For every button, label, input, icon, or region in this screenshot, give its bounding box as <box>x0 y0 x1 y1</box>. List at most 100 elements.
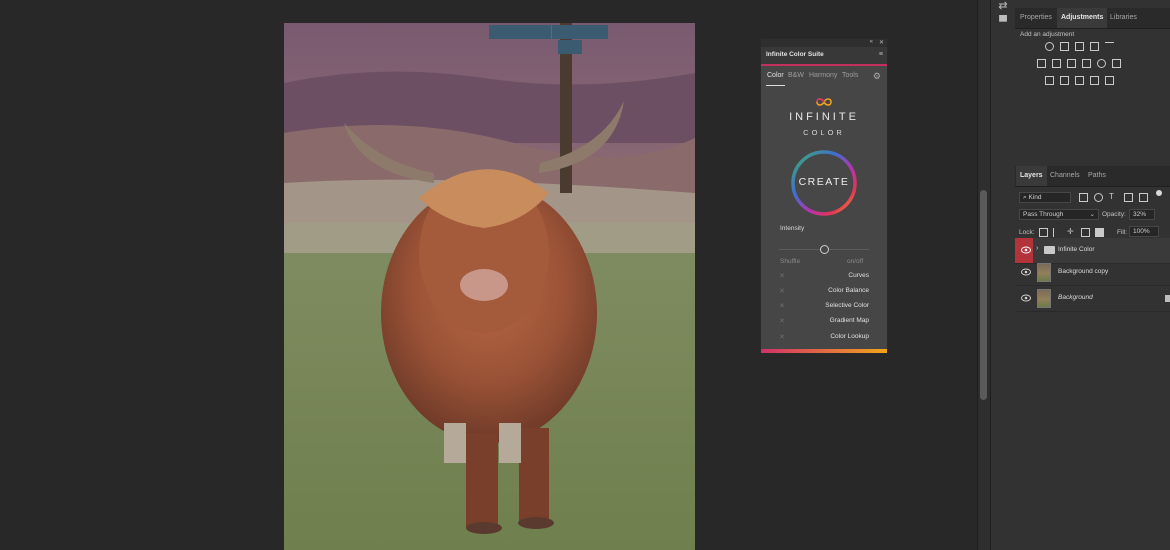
logo-line1: INFINITE <box>789 111 859 123</box>
shuffle-icon[interactable]: ✕ <box>779 287 785 295</box>
tab-paths[interactable]: Paths <box>1084 166 1110 186</box>
exposure-icon[interactable] <box>1090 42 1099 51</box>
blend-mode-select[interactable]: Pass Through ⌄ <box>1019 209 1099 220</box>
lock-icon[interactable] <box>1095 228 1104 237</box>
option-color-lookup[interactable]: ✕ Color Lookup <box>779 331 877 345</box>
collapsed-panel-strip: ⇄ ▀ <box>990 0 1016 550</box>
filter-kind-select[interactable]: ⌕ Kind <box>1019 192 1071 203</box>
lock-artboard-icon[interactable] <box>1081 228 1090 237</box>
option-color-balance[interactable]: ✕ Color Balance <box>779 285 877 299</box>
tab-channels[interactable]: Channels <box>1046 166 1084 186</box>
posterize-icon[interactable] <box>1060 76 1069 85</box>
option-label: Gradient Map <box>829 317 869 324</box>
option-gradient-map[interactable]: ✕ Gradient Map <box>779 315 877 329</box>
panel-title: Infinite Color Suite <box>766 51 824 58</box>
filter-kind-value: Kind <box>1028 194 1042 201</box>
tab-harmony[interactable]: Harmony <box>809 72 837 79</box>
eye-icon[interactable] <box>1021 294 1031 302</box>
right-panels: Properties Adjustments Libraries Add an … <box>1015 0 1170 550</box>
collapse-icon[interactable]: « <box>870 39 873 45</box>
panel-bottom-gradient <box>761 349 887 353</box>
layer-thumbnail <box>1037 289 1051 308</box>
filter-adjustment-icon[interactable] <box>1094 193 1103 202</box>
option-selective-color[interactable]: ✕ Selective Color <box>779 300 877 314</box>
intensity-slider[interactable] <box>779 245 869 255</box>
brightness-icon[interactable] <box>1045 42 1054 51</box>
adjust-icon[interactable]: ⇄ <box>996 0 1010 12</box>
chevron-right-icon[interactable]: › <box>1036 245 1038 252</box>
intensity-label: Intensity <box>780 225 805 232</box>
fill-field[interactable]: 100% <box>1129 226 1159 237</box>
layer-row-background[interactable]: Background <box>1015 286 1170 312</box>
scrollbar-thumb[interactable] <box>980 190 987 400</box>
opacity-field[interactable]: 32% <box>1129 209 1155 220</box>
onoff-label: on/off <box>847 258 864 265</box>
eye-icon[interactable] <box>1021 268 1031 276</box>
create-label: CREATE <box>798 176 850 188</box>
chevron-down-icon: ⌄ <box>1089 211 1095 218</box>
lock-position-icon[interactable]: ✛ <box>1067 228 1076 237</box>
canvas-vertical-scrollbar[interactable] <box>977 0 990 550</box>
option-label: Color Lookup <box>830 333 869 340</box>
shuffle-label[interactable]: Shuffle <box>780 258 800 265</box>
comment-icon[interactable]: ▀ <box>996 16 1010 28</box>
option-label: Color Balance <box>828 287 869 294</box>
filter-toggle-icon[interactable] <box>1156 190 1162 196</box>
fill-label: Fill: <box>1117 229 1128 236</box>
gear-icon[interactable]: ⚙ <box>873 71 881 82</box>
tab-layers[interactable]: Layers <box>1016 166 1047 186</box>
photo-filter-icon[interactable] <box>1082 59 1091 68</box>
infinity-logo-icon <box>816 98 832 106</box>
color-lookup-icon[interactable] <box>1112 59 1121 68</box>
active-tab-underline <box>766 85 785 86</box>
tab-properties[interactable]: Properties <box>1016 8 1056 28</box>
curves-icon[interactable] <box>1075 42 1084 51</box>
highland-cow-photo <box>284 23 695 550</box>
filter-type-icon[interactable]: T <box>1109 193 1118 202</box>
menu-icon[interactable]: ≡ <box>879 51 883 58</box>
tab-adjustments[interactable]: Adjustments <box>1057 8 1108 28</box>
invert-icon[interactable] <box>1045 76 1054 85</box>
layer-name: Background <box>1058 294 1093 301</box>
shuffle-icon[interactable]: ✕ <box>779 272 785 280</box>
layers-tabbar: Layers Channels Paths <box>1015 166 1170 187</box>
tab-libraries[interactable]: Libraries <box>1106 8 1141 28</box>
tab-color[interactable]: Color <box>767 72 784 79</box>
opacity-label: Opacity: <box>1102 211 1126 218</box>
filter-pixel-icon[interactable] <box>1079 193 1088 202</box>
lock-image-icon[interactable] <box>1053 228 1062 237</box>
opacity-value: 32% <box>1133 211 1147 218</box>
levels-icon[interactable] <box>1060 42 1069 51</box>
channel-mixer-icon[interactable] <box>1097 59 1106 68</box>
panel-tabs: Color B&W Harmony Tools ⚙ <box>761 66 887 88</box>
layer-name: Background copy <box>1058 268 1109 275</box>
color-balance-icon[interactable] <box>1052 59 1061 68</box>
lock-label: Lock: <box>1019 229 1035 236</box>
selective-color-icon[interactable] <box>1105 76 1114 85</box>
filter-shape-icon[interactable] <box>1124 193 1133 202</box>
filter-smart-icon[interactable] <box>1139 193 1148 202</box>
hue-saturation-icon[interactable] <box>1037 59 1046 68</box>
eye-icon <box>1021 246 1031 254</box>
close-icon[interactable]: ✕ <box>879 39 884 46</box>
black-white-icon[interactable] <box>1067 59 1076 68</box>
threshold-icon[interactable] <box>1075 76 1084 85</box>
logo-line2: COLOR <box>803 128 845 137</box>
tab-tools[interactable]: Tools <box>842 72 858 79</box>
document-image[interactable] <box>284 23 695 550</box>
slider-knob[interactable] <box>819 245 829 254</box>
lock-transparent-icon[interactable] <box>1039 228 1048 237</box>
infinite-color-panel[interactable]: « ✕ Infinite Color Suite ≡ Color B&W Har… <box>760 38 888 354</box>
layer-row-background-copy[interactable]: Background copy <box>1015 260 1170 286</box>
shuffle-icon[interactable]: ✕ <box>779 302 785 310</box>
fill-value: 100% <box>1133 228 1150 235</box>
shuffle-icon[interactable]: ✕ <box>779 333 785 341</box>
lock-icon <box>1165 295 1170 302</box>
vibrance-icon[interactable] <box>1105 42 1114 51</box>
tab-bw[interactable]: B&W <box>788 72 804 79</box>
option-curves[interactable]: ✕ Curves <box>779 270 877 284</box>
folder-icon <box>1044 246 1055 254</box>
shuffle-icon[interactable]: ✕ <box>779 317 785 325</box>
panel-top-bar: « ✕ <box>761 39 887 47</box>
gradient-map-icon[interactable] <box>1090 76 1099 85</box>
